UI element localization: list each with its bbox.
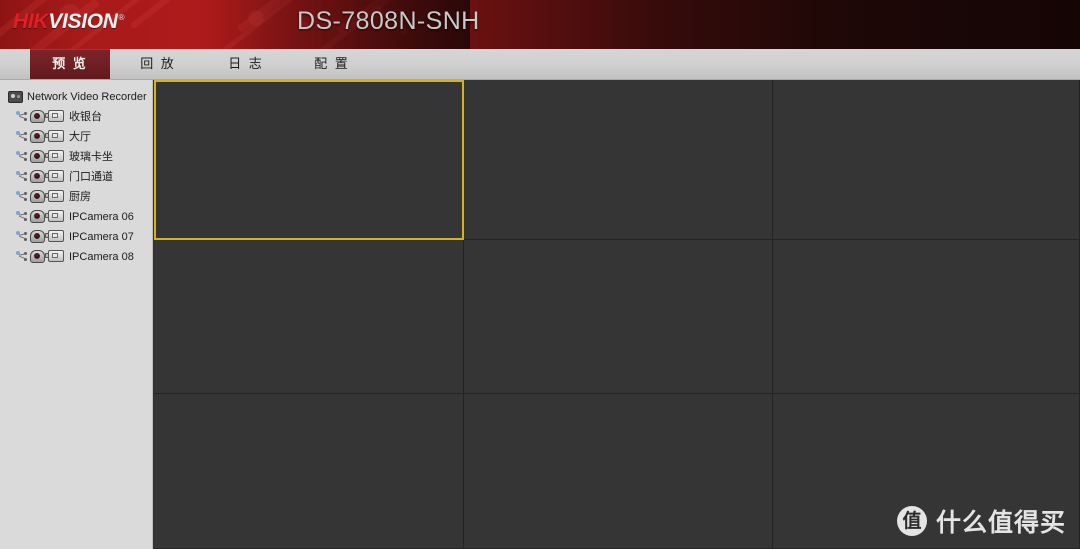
tree-item-camera-7[interactable]: IPCamera 07: [0, 227, 153, 247]
tree-item-label: 门口通道: [69, 171, 113, 184]
device-model-title: DS-7808N-SNH: [297, 7, 480, 35]
logo-hik-text: HIK: [13, 10, 49, 33]
main-content: Network Video Recorder 收银台 大厅 玻璃卡坐 门口通道 …: [0, 80, 1080, 549]
logo-vision-text: VISION: [48, 10, 118, 33]
tree-item-camera-1[interactable]: 收银台: [0, 107, 153, 127]
hikvision-logo: HIKVISION®: [13, 10, 125, 33]
camcorder-icon: [45, 150, 64, 163]
dome-camera-icon: [30, 149, 45, 163]
tab-config[interactable]: 配 置: [292, 49, 372, 79]
tree-item-camera-4[interactable]: 门口通道: [0, 167, 153, 187]
video-cell-6[interactable]: [773, 240, 1080, 394]
camcorder-icon: [45, 210, 64, 223]
network-node-icon: [16, 210, 28, 222]
camcorder-icon: [45, 170, 64, 183]
camcorder-icon: [45, 250, 64, 263]
camcorder-icon: [45, 190, 64, 203]
dome-camera-icon: [30, 249, 45, 263]
tab-preview[interactable]: 预 览: [30, 49, 110, 79]
nvr-web-client: HIKVISION® DS-7808N-SNH 预 览 回 放 日 志 配 置 …: [0, 0, 1080, 549]
dome-camera-icon: [30, 109, 45, 123]
video-cell-7[interactable]: [154, 394, 464, 549]
tree-item-camera-2[interactable]: 大厅: [0, 127, 153, 147]
network-node-icon: [16, 110, 28, 122]
app-header: HIKVISION® DS-7808N-SNH: [0, 0, 1080, 49]
logo-trademark: ®: [118, 13, 125, 22]
tree-item-label: 大厅: [69, 131, 91, 144]
tree-item-label: IPCamera 07: [69, 231, 134, 244]
video-cell-4[interactable]: [154, 240, 464, 394]
network-node-icon: [16, 230, 28, 242]
video-grid: 值 什么值得买: [154, 80, 1080, 549]
tree-item-label: 收银台: [69, 111, 102, 124]
network-node-icon: [16, 150, 28, 162]
nvr-icon: [8, 90, 23, 103]
dome-camera-icon: [30, 169, 45, 183]
network-node-icon: [16, 190, 28, 202]
video-cell-1[interactable]: [154, 80, 464, 240]
network-node-icon: [16, 250, 28, 262]
tree-item-label: IPCamera 06: [69, 211, 134, 224]
video-cell-9[interactable]: [773, 394, 1080, 549]
tab-playback[interactable]: 回 放: [118, 49, 198, 79]
dome-camera-icon: [30, 189, 45, 203]
camcorder-icon: [45, 110, 64, 123]
device-tree: Network Video Recorder 收银台 大厅 玻璃卡坐 门口通道 …: [0, 88, 153, 267]
camcorder-icon: [45, 230, 64, 243]
tree-item-camera-5[interactable]: 厨房: [0, 187, 153, 207]
tree-root-nvr[interactable]: Network Video Recorder: [0, 88, 153, 107]
tree-item-camera-3[interactable]: 玻璃卡坐: [0, 147, 153, 167]
video-cell-5[interactable]: [464, 240, 773, 394]
network-node-icon: [16, 130, 28, 142]
tab-log[interactable]: 日 志: [206, 49, 286, 79]
tree-item-camera-6[interactable]: IPCamera 06: [0, 207, 153, 227]
tree-item-label: IPCamera 08: [69, 251, 134, 264]
device-tree-sidebar: Network Video Recorder 收银台 大厅 玻璃卡坐 门口通道 …: [0, 80, 153, 549]
dome-camera-icon: [30, 129, 45, 143]
dome-camera-icon: [30, 209, 45, 223]
camcorder-icon: [45, 130, 64, 143]
video-cell-3[interactable]: [773, 80, 1080, 240]
main-tabbar: 预 览 回 放 日 志 配 置: [0, 49, 1080, 80]
tree-item-label: 玻璃卡坐: [69, 151, 113, 164]
tree-item-label: 厨房: [69, 191, 91, 204]
tree-item-camera-8[interactable]: IPCamera 08: [0, 247, 153, 267]
video-cell-2[interactable]: [464, 80, 773, 240]
video-cell-8[interactable]: [464, 394, 773, 549]
dome-camera-icon: [30, 229, 45, 243]
network-node-icon: [16, 170, 28, 182]
tree-root-label: Network Video Recorder: [27, 91, 147, 103]
